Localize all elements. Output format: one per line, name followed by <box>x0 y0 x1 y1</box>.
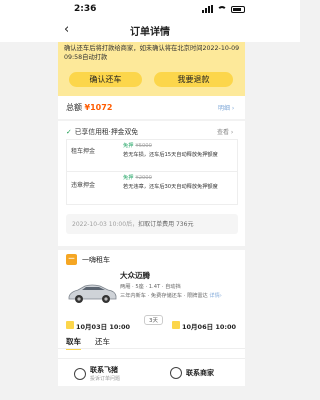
phone-icon <box>170 367 182 379</box>
tab-return[interactable]: 还车 <box>95 336 110 347</box>
deposit-label: 租车押金 <box>71 148 96 155</box>
calendar-icon <box>66 320 74 329</box>
contact-fliggy-button[interactable]: 联系飞猪 投诉订单问题 <box>74 365 120 382</box>
deposit-table: 租车押金 免押 ¥5000 若无车损，还车后15天自动释放免押额度 违章押金 免押… <box>66 139 238 205</box>
contact-merchant-label: 联系商家 <box>186 369 214 377</box>
deposit-label: 违章押金 <box>71 182 96 189</box>
status-icons <box>202 5 245 13</box>
pickup-date: 10月03日 10:00 <box>66 314 130 333</box>
deposit-row: 租车押金 免押 ¥5000 若无车损，还车后15天自动释放免押额度 <box>67 140 237 172</box>
deposit-row: 违章押金 免押 ¥2000 若无违章，还车后30天自动释放免押额度 <box>67 172 237 204</box>
deposit-status: 免押 ¥5000 <box>123 143 152 149</box>
deposit-title-text: 已享信用租·押金双免 <box>74 128 139 136</box>
car-name: 大众迈腾 <box>120 271 150 280</box>
refund-button[interactable]: 我要退款 <box>154 72 233 87</box>
deposit-title: ✓ 已享信用租·押金双免 <box>66 126 138 136</box>
pickup-return-tabs: 取车 还车 <box>66 336 110 350</box>
total-label: 总额 <box>66 103 82 112</box>
detail-link[interactable]: 明细 › <box>218 103 234 112</box>
deposit-view-link[interactable]: 查看 › <box>217 127 233 136</box>
car-specs: 两厢 · 5座 · 1.4T · 自动挡 <box>120 284 181 290</box>
wifi-icon <box>217 5 227 13</box>
total-amount: 总额 ¥1072 <box>66 102 112 113</box>
rental-days: 3天 <box>144 315 163 325</box>
contact-fliggy-label: 联系飞猪 <box>90 366 118 374</box>
rental-dates: 10月03日 10:00 3天 10月06日 10:00 <box>66 313 238 331</box>
bottom-bar: 联系飞猪 投诉订单问题 联系商家 <box>58 358 245 386</box>
car-detail-link[interactable]: 详情› <box>209 293 221 299</box>
check-icon: ✓ <box>66 128 72 136</box>
vendor[interactable]: 一 一嗨租车 <box>66 254 110 265</box>
battery-icon <box>231 5 245 13</box>
tab-pickup[interactable]: 取车 <box>66 336 81 350</box>
return-date: 10月06日 10:00 <box>172 314 236 333</box>
tab-divider <box>58 348 245 349</box>
contact-merchant-button[interactable]: 联系商家 <box>170 367 214 379</box>
signal-icon <box>202 5 213 13</box>
deposit-desc: 若无违章，还车后30天自动释放免押额度 <box>123 184 218 190</box>
notice-text: 确认还车后将打款给商家，如未确认将在北京时间2022-10-09 09:58自动… <box>64 45 240 61</box>
vendor-logo: 一 <box>66 254 77 265</box>
calendar-icon <box>172 320 180 329</box>
deposit-status: 免押 ¥2000 <box>123 175 152 181</box>
vendor-name: 一嗨租车 <box>82 255 110 264</box>
headset-icon <box>74 367 86 380</box>
page-title: 订单详情 <box>130 27 170 38</box>
confirm-return-button[interactable]: 确认还车 <box>69 72 142 87</box>
total-value: ¥1072 <box>84 103 113 112</box>
charge-note-text: 2022-10-03 10:00后，扣取订单费用 736元 <box>72 221 194 228</box>
deposit-desc: 若无车损，还车后15天自动释放免押额度 <box>123 152 218 158</box>
contact-fliggy-sub: 投诉订单问题 <box>90 376 121 382</box>
status-bar <box>0 0 300 18</box>
car-features: 三年内新车 · 免费存储还车 · 限牌雷达 详情› <box>120 293 222 299</box>
car-image <box>68 284 117 303</box>
status-time: 2:36 <box>74 4 97 14</box>
